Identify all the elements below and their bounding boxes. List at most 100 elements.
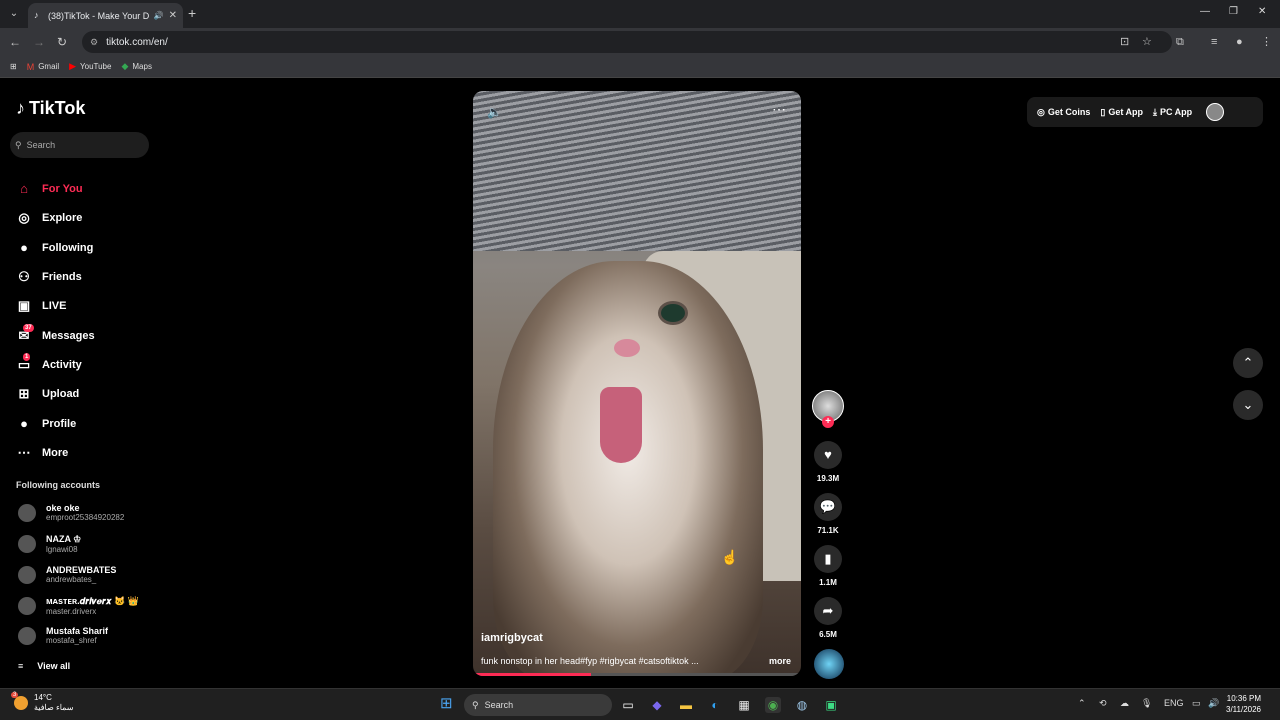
store-icon[interactable]: ▦ — [736, 697, 752, 713]
video-more-options-icon[interactable]: ⋯ — [772, 101, 787, 118]
compass-icon: ◎ — [18, 210, 30, 225]
following-account-row[interactable]: Mustafa Sharif mostafa_shref — [18, 626, 108, 645]
next-video-button[interactable]: ⌄ — [1233, 390, 1263, 420]
bookmark-youtube[interactable]: ▶ YouTube — [69, 61, 111, 72]
sidebar-item-explore[interactable]: ◎ Explore — [16, 209, 82, 227]
volume-icon[interactable]: 🔈 — [487, 105, 502, 119]
video-progress-bar[interactable] — [473, 673, 801, 676]
video-username[interactable]: iamrigbycat — [481, 632, 543, 644]
bookmark-icon[interactable]: ▮ — [814, 545, 842, 573]
chrome-menu-icon[interactable]: ⋮ — [1261, 34, 1272, 50]
pc-app-button[interactable]: ⤓ PC App — [1153, 107, 1192, 118]
tray-cloud-icon[interactable]: ☁ — [1120, 698, 1129, 709]
sidebar-item-label: Explore — [42, 212, 83, 224]
cat-tongue — [600, 387, 642, 463]
microphone-icon[interactable]: 🎙 — [1141, 698, 1152, 709]
forward-icon[interactable]: → — [33, 34, 45, 50]
system-clock[interactable]: 10:36 PM 3/11/2026 — [1226, 693, 1261, 715]
sidebar-item-activity[interactable]: ▭ 1 Activity — [16, 353, 82, 374]
tiktok-logo[interactable]: ♪ TikTok — [16, 98, 85, 119]
comment-icon[interactable]: 💬 — [814, 493, 842, 521]
address-bar[interactable]: ⚙ tiktok.com/en/ — [82, 31, 1172, 53]
taskbar-search[interactable]: ⚲ Search — [464, 694, 612, 716]
following-account-row[interactable]: ᴍᴀsᴛᴇʀ.𝒅𝒓𝒊𝒗𝒆𝒓𝒙 🐱 👑 master.driverx — [18, 596, 139, 616]
music-disc-icon[interactable] — [814, 649, 844, 679]
comment-action[interactable]: 💬 71.1K — [814, 493, 842, 535]
following-account-row[interactable]: oke oke emproot25384920282 — [18, 503, 124, 522]
tab-search-icon[interactable]: ⌄ — [6, 6, 22, 22]
sidebar-item-messages[interactable]: ✉ 37 Messages — [16, 324, 95, 345]
sidebar-item-profile[interactable]: ● Profile — [16, 415, 76, 433]
heart-icon[interactable]: ♥ — [814, 441, 842, 469]
get-app-button[interactable]: ▯ Get App — [1100, 107, 1143, 118]
comment-count: 71.1K — [817, 526, 839, 535]
apps-grid-icon[interactable]: ⊞ — [10, 62, 17, 71]
tiktok-note-icon: ♪ — [16, 98, 25, 118]
share-action[interactable]: ➦ 6.5M — [814, 597, 842, 639]
share-count: 6.5M — [819, 630, 837, 639]
activity-icon: ▭ 1 — [17, 353, 31, 372]
android-app-icon[interactable]: ▣ — [823, 697, 839, 713]
bookmark-gmail[interactable]: M Gmail — [27, 62, 59, 72]
sidebar-item-friends[interactable]: ⚇ Friends — [16, 268, 82, 286]
install-app-icon[interactable]: ⊡ — [1120, 34, 1129, 50]
more-dots-icon: ⋯ — [17, 445, 31, 460]
sidebar-item-upload[interactable]: ⊞ Upload — [16, 385, 80, 403]
save-action[interactable]: ▮ 1.1M — [814, 545, 842, 587]
language-indicator[interactable]: ENG — [1164, 698, 1184, 708]
browser-tab[interactable]: ♪ (38)TikTok - Make Your Day 🔊 ✕ — [28, 3, 183, 28]
view-all-button[interactable]: ≡ View all — [18, 661, 70, 671]
sidebar-item-label: LIVE — [42, 300, 67, 312]
back-icon[interactable]: ← — [9, 34, 21, 50]
video-progress-fill — [473, 673, 592, 676]
like-action[interactable]: ♥ 19.3M — [814, 441, 842, 483]
bookmark-maps[interactable]: ◆ Maps — [121, 61, 151, 72]
file-explorer-icon[interactable]: ▬ — [678, 697, 694, 713]
bookmark-label: Gmail — [38, 62, 60, 71]
task-view-icon[interactable]: ▭ — [620, 697, 636, 713]
copilot-icon[interactable]: ◆ — [649, 697, 665, 713]
minimize-icon[interactable]: — — [1200, 6, 1210, 17]
tab-audio-icon[interactable]: 🔊 — [154, 11, 164, 20]
get-app-label: Get App — [1108, 107, 1143, 117]
weather-widget[interactable]: 3 14°C سماء صافية — [11, 692, 74, 713]
profile-icon[interactable]: ● — [1236, 34, 1243, 50]
sidebar-item-more[interactable]: ⋯ More — [16, 444, 69, 462]
new-tab-button[interactable]: + — [188, 6, 196, 20]
browser-toolbar: ← → ↻ ⚙ tiktok.com/en/ ⊡ ☆ ⧉ ≡ ● ⋮ — [0, 28, 1280, 56]
sidebar-item-for-you[interactable]: ⌂ For You — [16, 180, 82, 198]
tab-close-icon[interactable]: ✕ — [169, 10, 177, 21]
sidebar-item-following[interactable]: ● Following — [16, 239, 93, 257]
video-player[interactable]: 🔈 ⋯ iamrigbycat funk nonstop in her head… — [473, 91, 801, 676]
coin-icon: ◎ — [1037, 106, 1045, 117]
search-input[interactable]: ⚲ Search — [10, 132, 149, 158]
share-icon[interactable]: ➦ — [814, 597, 842, 625]
edge-icon[interactable]: ◐ — [707, 697, 723, 713]
reload-icon[interactable]: ↻ — [57, 34, 67, 50]
tab-title: (38)TikTok - Make Your Day — [48, 10, 149, 21]
reading-list-icon[interactable]: ≡ — [1211, 34, 1217, 50]
chrome-icon[interactable]: ◉ — [765, 697, 781, 713]
sidebar-item-live[interactable]: ▣ LIVE — [16, 297, 67, 315]
url-text: tiktok.com/en/ — [106, 36, 168, 48]
bookmark-star-icon[interactable]: ☆ — [1142, 34, 1152, 50]
network-icon[interactable]: ▭ — [1192, 698, 1201, 709]
following-account-row[interactable]: NAZA ♔ lgnawi08 — [18, 534, 81, 554]
extensions-icon[interactable]: ⧉ — [1176, 34, 1184, 50]
volume-tray-icon[interactable]: 🔊 — [1208, 698, 1219, 709]
following-account-row[interactable]: ANDREWBATES andrewbates_ — [18, 565, 116, 584]
tray-chevron-up-icon[interactable]: ⌃ — [1078, 698, 1086, 709]
steam-icon[interactable]: ◍ — [794, 697, 810, 713]
hand-cursor-icon: ☝ — [721, 549, 739, 565]
get-coins-button[interactable]: ◎ Get Coins — [1037, 107, 1090, 118]
download-icon: ⤓ — [1153, 106, 1157, 117]
windows-start-icon[interactable]: ⊞ — [440, 696, 453, 712]
tray-app-icon[interactable]: ⟲ — [1099, 698, 1107, 709]
caption-more-button[interactable]: more — [769, 656, 791, 666]
previous-video-button[interactable]: ⌃ — [1233, 348, 1263, 378]
follow-plus-button[interactable]: + — [822, 416, 834, 428]
close-window-icon[interactable]: ✕ — [1258, 6, 1266, 17]
restore-icon[interactable]: ❐ — [1229, 6, 1238, 17]
site-info-icon[interactable]: ⚙ — [90, 37, 98, 48]
user-avatar[interactable] — [1206, 103, 1225, 121]
